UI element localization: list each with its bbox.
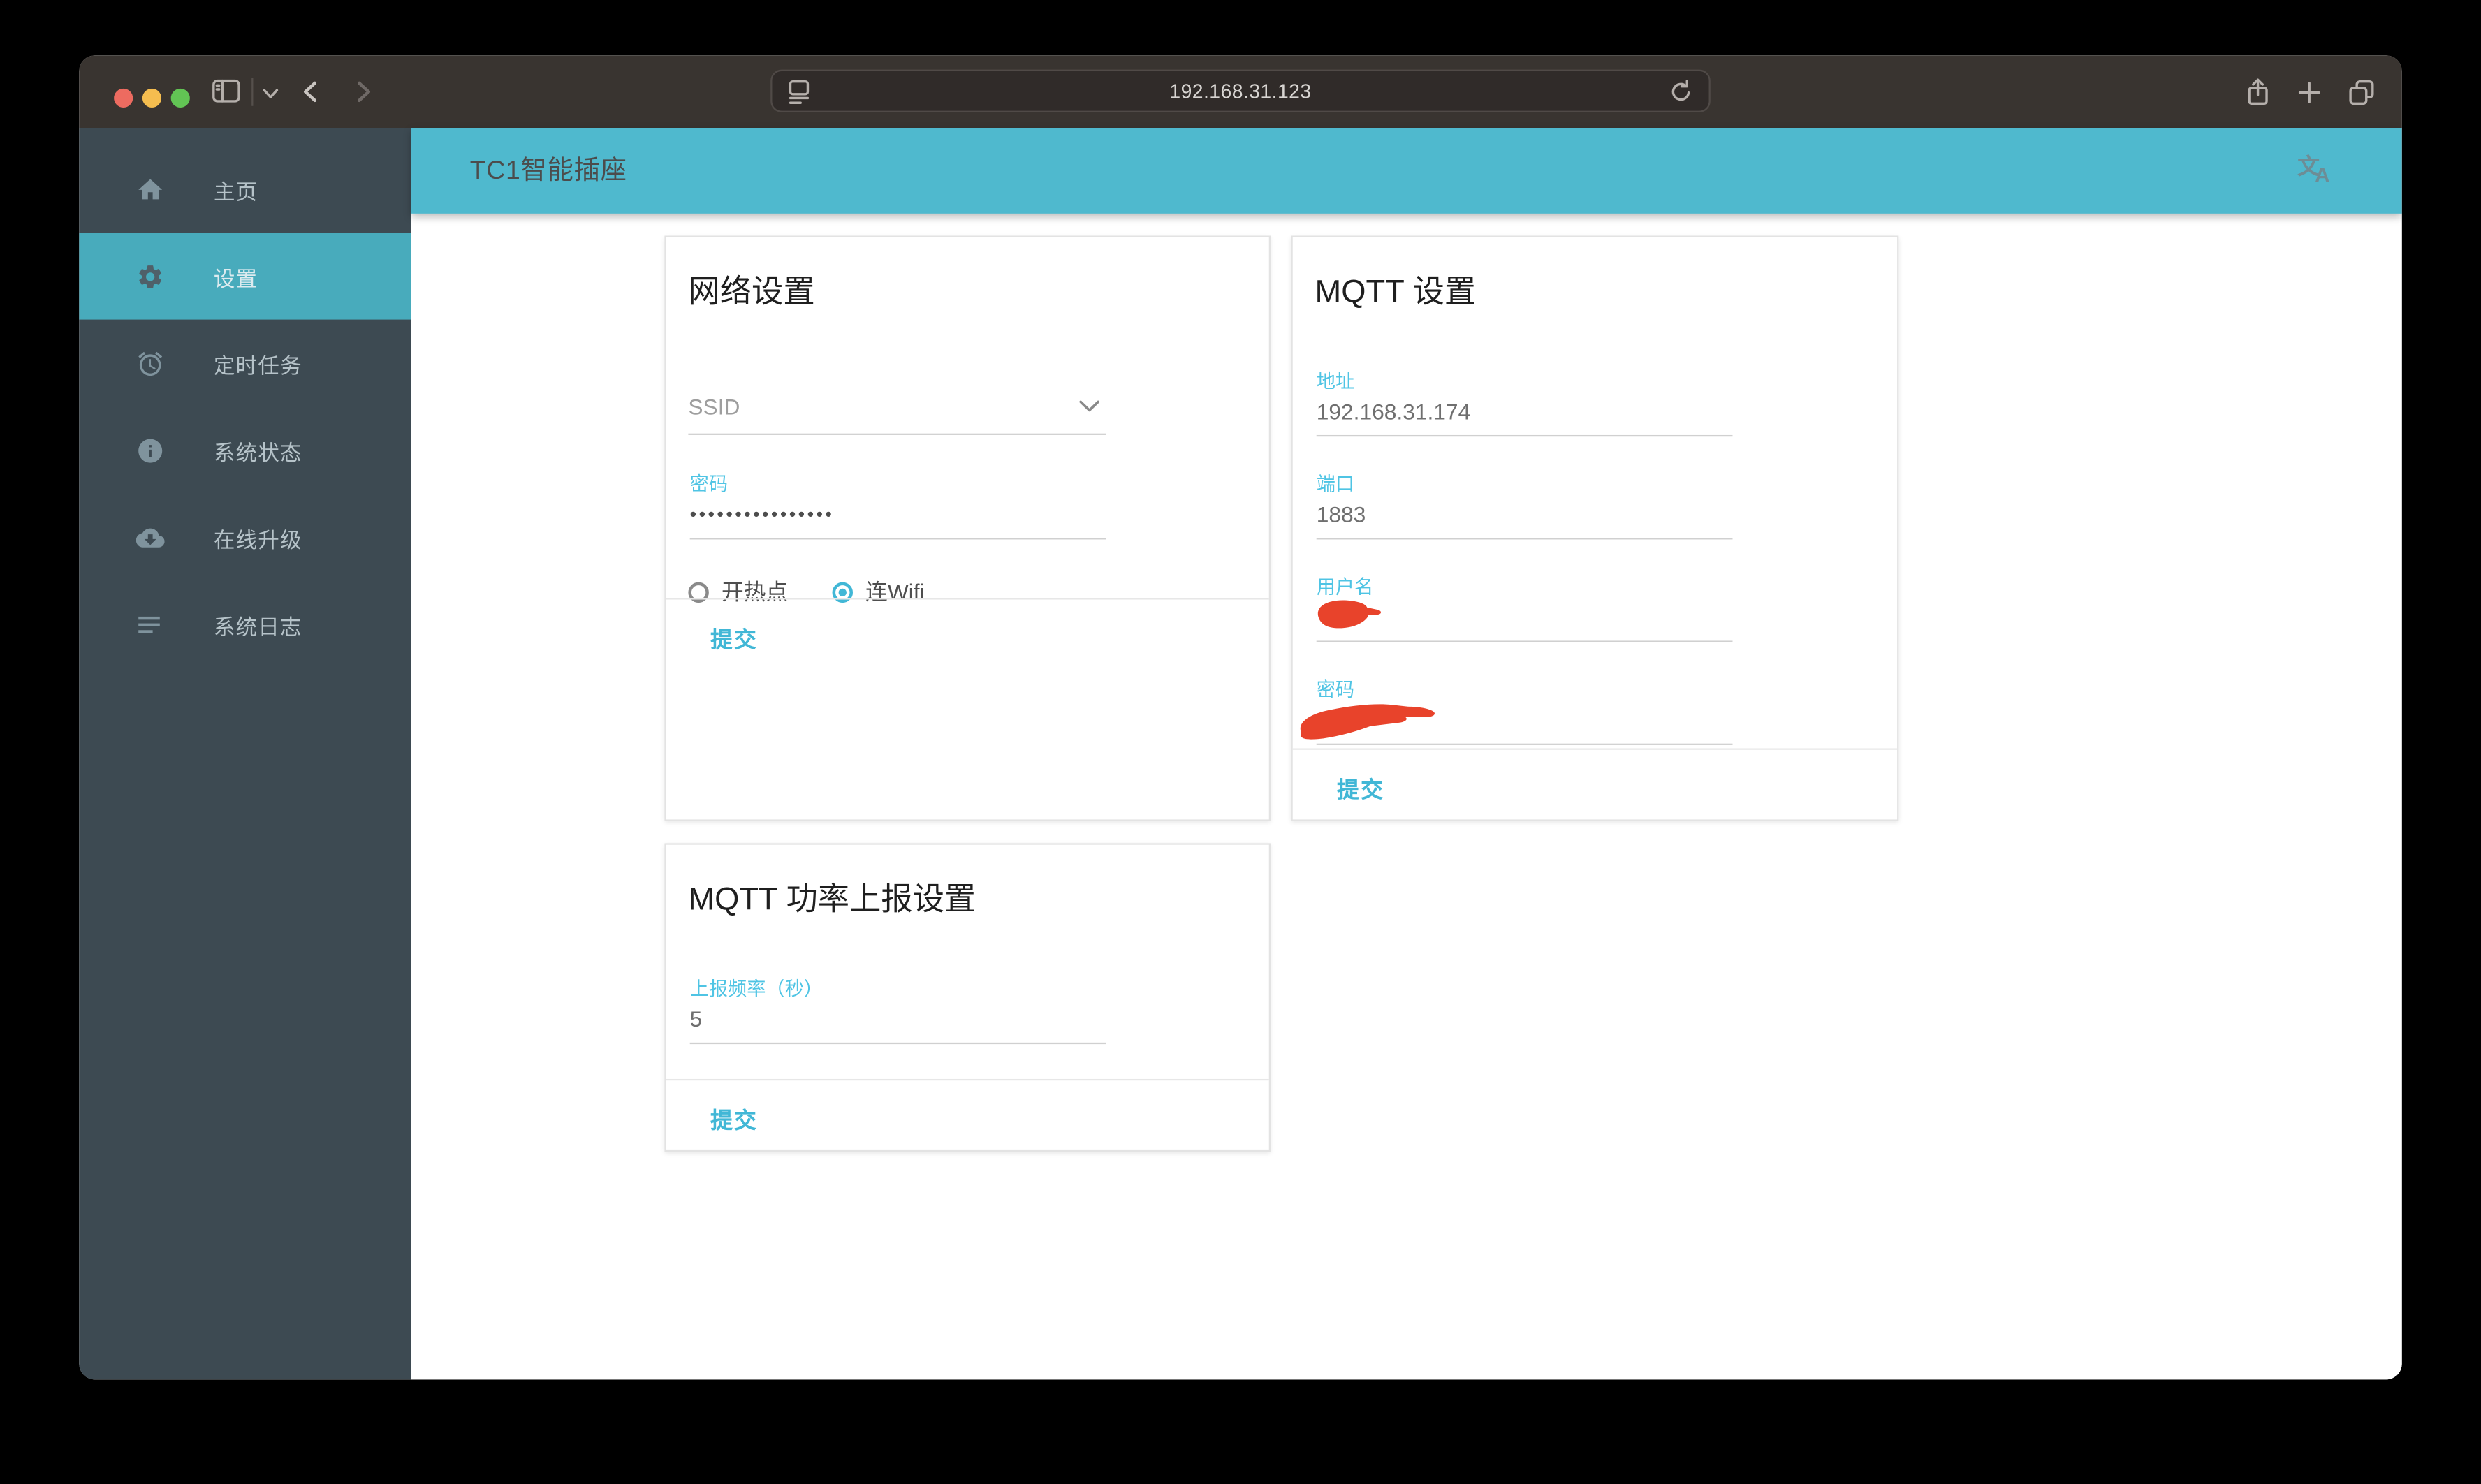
field-label: 端口: [1316, 473, 1355, 496]
mqtt-password-field[interactable]: 密码: [1300, 679, 1733, 745]
mqtt-port-field[interactable]: 端口 1883: [1316, 473, 1733, 540]
redaction-scribble: [1317, 600, 1382, 629]
logs-icon: [136, 610, 165, 638]
chevron-down-icon[interactable]: [263, 89, 279, 100]
card-title: MQTT 功率上报设置: [688, 883, 976, 918]
screenshot-background: 192.168.31.123 主页 设置 定时任务 系统状态 在线升级 系统日志…: [0, 0, 2481, 1484]
mqtt-power-report-card: MQTT 功率上报设置 上报频率（秒） 5 提交: [664, 843, 1271, 1152]
close-window-button[interactable]: [114, 88, 133, 108]
mqtt-address-value: 192.168.31.174: [1316, 399, 1733, 437]
field-label: 用户名: [1316, 575, 1374, 598]
power-submit-button[interactable]: 提交: [710, 1104, 758, 1136]
sidebar: 主页 设置 定时任务 系统状态 在线升级 系统日志: [79, 128, 411, 1380]
back-icon[interactable]: [302, 81, 319, 103]
mqtt-port-value: 1883: [1316, 501, 1733, 540]
content-area: 网络设置 SSID 密码 •••••••••••••••• 开热点 连Wifi …: [411, 213, 2402, 1380]
forward-icon[interactable]: [356, 81, 372, 103]
mqtt-submit-button[interactable]: 提交: [1337, 774, 1384, 805]
mqtt-username-value: [1316, 600, 1733, 642]
card-action-row: 提交: [666, 1078, 1269, 1150]
sidebar-item-label: 主页: [213, 179, 258, 204]
redaction-scribble: [1300, 704, 1435, 740]
report-frequency-field[interactable]: 上报频率（秒） 5: [689, 977, 1106, 1045]
sidebar-item-timers[interactable]: 定时任务: [79, 320, 411, 407]
card-action-row: 提交: [666, 598, 1269, 819]
field-label: 密码: [689, 473, 729, 496]
sidebar-item-label: 定时任务: [213, 353, 302, 378]
field-label: 地址: [1316, 370, 1355, 392]
info-icon: [136, 436, 165, 464]
sidebar-item-settings[interactable]: 设置: [79, 232, 411, 320]
card-title: MQTT 设置: [1315, 275, 1477, 310]
browser-window: 192.168.31.123 主页 设置 定时任务 系统状态 在线升级 系统日志…: [79, 55, 2402, 1380]
mqtt-username-field[interactable]: 用户名: [1316, 575, 1733, 642]
sidebar-item-home[interactable]: 主页: [79, 145, 411, 233]
wifi-password-field[interactable]: 密码 ••••••••••••••••: [689, 473, 1106, 540]
minimize-window-button[interactable]: [142, 88, 162, 108]
sidebar-item-label: 系统日志: [213, 615, 302, 639]
toolbar-divider: [251, 77, 254, 106]
browser-toolbar: 192.168.31.123: [79, 55, 2402, 128]
card-title: 网络设置: [688, 275, 815, 310]
share-icon[interactable]: [2245, 78, 2270, 106]
address-bar[interactable]: 192.168.31.123: [770, 68, 1711, 112]
sidebar-toggle-icon[interactable]: [212, 79, 241, 103]
network-settings-card: 网络设置 SSID 密码 •••••••••••••••• 开热点 连Wifi …: [664, 235, 1271, 821]
ssid-placeholder: SSID: [688, 394, 740, 420]
reload-icon[interactable]: [1669, 78, 1693, 103]
report-frequency-value: 5: [689, 1006, 1106, 1045]
sidebar-item-label: 系统状态: [213, 440, 302, 464]
mqtt-password-value: [1300, 704, 1733, 745]
network-submit-button[interactable]: 提交: [710, 624, 758, 655]
app-body: 主页 设置 定时任务 系统状态 在线升级 系统日志 TC1智能插座 文 A 网络…: [79, 128, 2402, 1380]
new-tab-icon[interactable]: [2297, 81, 2321, 105]
main-area: TC1智能插座 文A 网络设置 SSID 密码 ••••••••••••••••…: [411, 128, 2402, 1380]
gear-icon: [136, 262, 165, 291]
page-title: TC1智能插座: [469, 156, 627, 186]
translate-icon[interactable]: 文A: [2297, 150, 2335, 191]
card-action-row: 提交: [1292, 748, 1898, 819]
alarm-icon: [136, 348, 165, 377]
field-label: 上报频率（秒）: [689, 977, 823, 1000]
sidebar-item-online-upgrade[interactable]: 在线升级: [79, 494, 411, 581]
sidebar-item-system-status[interactable]: 系统状态: [79, 406, 411, 494]
dropdown-caret-icon[interactable]: [1079, 400, 1099, 413]
zoom-window-button[interactable]: [170, 88, 190, 108]
sidebar-item-system-log[interactable]: 系统日志: [79, 580, 411, 668]
tabs-overview-icon[interactable]: [2348, 79, 2376, 106]
mqtt-settings-card: MQTT 设置 地址 192.168.31.174 端口 1883 用户名 密码…: [1291, 235, 1899, 821]
cloud-download-icon: [136, 523, 165, 552]
app-header: TC1智能插座 文A: [411, 128, 2402, 214]
sidebar-item-label: 设置: [213, 266, 258, 291]
mqtt-address-field[interactable]: 地址 192.168.31.174: [1316, 370, 1733, 437]
sidebar-item-label: 在线升级: [213, 527, 302, 552]
password-masked-value: ••••••••••••••••: [689, 501, 1106, 540]
url-text: 192.168.31.123: [1169, 80, 1312, 103]
ssid-select[interactable]: SSID: [688, 394, 1106, 435]
home-icon: [136, 175, 165, 203]
